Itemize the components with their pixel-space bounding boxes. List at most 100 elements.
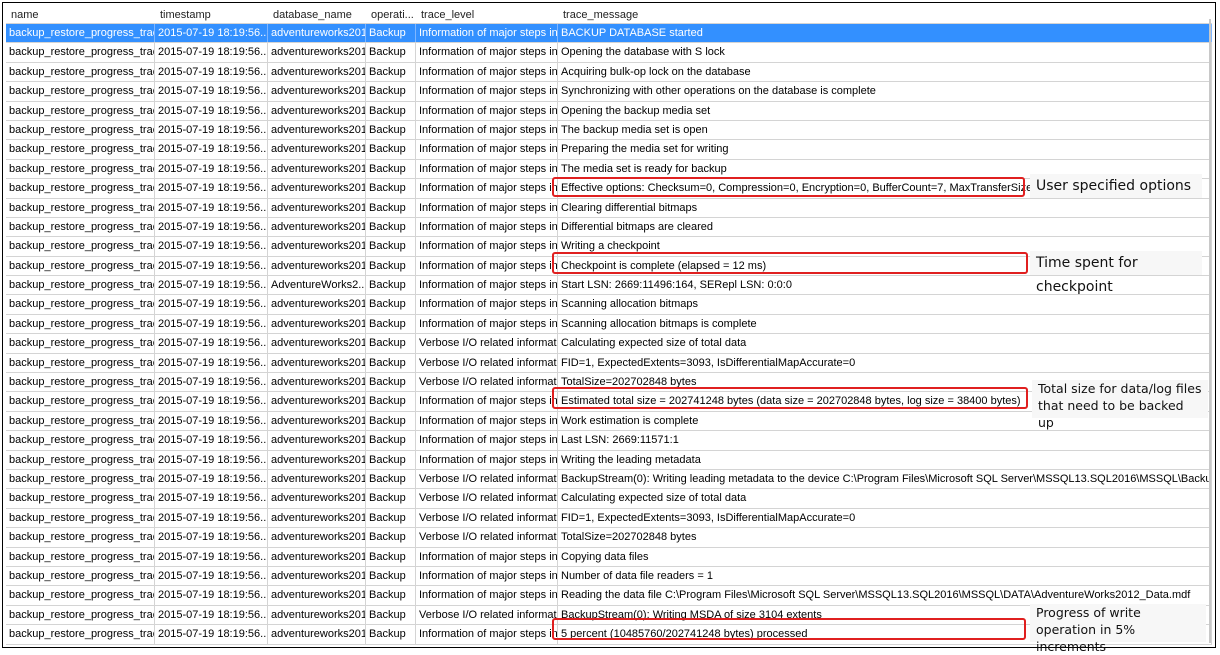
cell-database-name[interactable]: adventureworks2012 [268,101,366,120]
cell-trace-level[interactable]: Verbose I/O related informati... [416,334,558,353]
cell-name[interactable]: backup_restore_progress_trace [6,24,155,43]
cell-database-name[interactable]: AdventureWorks2... [268,276,366,295]
cell-trace-level[interactable]: Information of major steps in ... [416,256,558,276]
cell-timestamp[interactable]: 2015-07-19 18:19:56.... [155,295,268,314]
cell-database-name[interactable]: adventureworks2012 [268,625,366,644]
cell-timestamp[interactable]: 2015-07-19 18:19:56.... [155,159,268,179]
cell-database-name[interactable]: adventureworks2012 [268,179,366,198]
cell-database-name[interactable]: adventureworks2012 [268,334,366,353]
cell-operation[interactable]: Backup [366,334,416,353]
cell-timestamp[interactable]: 2015-07-19 18:19:56.... [155,82,268,101]
cell-timestamp[interactable]: 2015-07-19 18:19:56.... [155,566,268,586]
cell-database-name[interactable]: adventureworks2012 [268,24,366,43]
cell-timestamp[interactable]: 2015-07-19 18:19:56.... [155,101,268,120]
cell-trace-message[interactable]: Opening the database with S lock [558,43,1212,62]
cell-name[interactable]: backup_restore_progress_trace [6,547,155,566]
cell-database-name[interactable]: adventureworks2012 [268,586,366,605]
cell-trace-message[interactable]: The backup media set is open [558,120,1212,140]
cell-timestamp[interactable]: 2015-07-19 18:19:56.... [155,373,268,392]
cell-operation[interactable]: Backup [366,353,416,373]
cell-trace-message[interactable]: Synchronizing with other operations on t… [558,82,1212,101]
table-row[interactable]: backup_restore_progress_trace 2015-07-19 … [6,62,1212,83]
cell-trace-level[interactable]: Information of major steps in ... [416,314,558,334]
cell-database-name[interactable]: adventureworks2012 [268,256,366,276]
cell-operation[interactable]: Backup [366,566,416,586]
cell-database-name[interactable]: adventureworks2012 [268,62,366,82]
cell-trace-level[interactable]: Information of major steps in ... [416,411,558,431]
table-row[interactable]: backup_restore_progress_trace 2015-07-19 … [6,276,1212,296]
table-row[interactable]: backup_restore_progress_trace 2015-07-19 … [6,353,1212,374]
cell-operation[interactable]: Backup [366,295,416,314]
cell-name[interactable]: backup_restore_progress_trace [6,431,155,450]
cell-database-name[interactable]: adventureworks2012 [268,450,366,469]
cell-timestamp[interactable]: 2015-07-19 18:19:56.... [155,586,268,605]
cell-trace-level[interactable]: Information of major steps in ... [416,237,558,256]
cell-trace-message[interactable]: Start LSN: 2669:11496:164, SERepl LSN: 0… [558,276,1212,295]
cell-name[interactable]: backup_restore_progress_trace [6,237,155,256]
cell-name[interactable]: backup_restore_progress_trace [6,586,155,605]
cell-operation[interactable]: Backup [366,373,416,392]
cell-timestamp[interactable]: 2015-07-19 18:19:56.... [155,431,268,450]
column-header-timestamp[interactable]: timestamp [155,6,268,23]
cell-database-name[interactable]: adventureworks2012 [268,314,366,334]
cell-trace-message[interactable]: Reading the data file C:\Program Files\M… [558,586,1212,605]
cell-database-name[interactable]: adventureworks2012 [268,159,366,179]
cell-operation[interactable]: Backup [366,411,416,431]
cell-timestamp[interactable]: 2015-07-19 18:19:56.... [155,198,268,217]
cell-operation[interactable]: Backup [366,469,416,489]
cell-database-name[interactable]: adventureworks2012 [268,431,366,450]
cell-database-name[interactable]: adventureworks2012 [268,373,366,392]
cell-database-name[interactable]: adventureworks2012 [268,82,366,101]
cell-timestamp[interactable]: 2015-07-19 18:19:56.... [155,179,268,198]
cell-timestamp[interactable]: 2015-07-19 18:19:56.... [155,469,268,489]
cell-operation[interactable]: Backup [366,431,416,450]
cell-trace-level[interactable]: Information of major steps in ... [416,62,558,82]
table-row[interactable]: backup_restore_progress_trace 2015-07-19 … [6,295,1212,315]
cell-timestamp[interactable]: 2015-07-19 18:19:56.... [155,314,268,334]
cell-trace-level[interactable]: Information of major steps in ... [416,566,558,586]
table-row[interactable]: backup_restore_progress_trace 2015-07-19 … [6,508,1212,529]
cell-trace-message[interactable]: Acquiring bulk-op lock on the database [558,62,1212,82]
cell-trace-message[interactable]: Scanning allocation bitmaps is complete [558,314,1212,334]
cell-timestamp[interactable]: 2015-07-19 18:19:56.... [155,411,268,431]
cell-database-name[interactable]: adventureworks2012 [268,217,366,237]
table-row[interactable]: backup_restore_progress_trace 2015-07-19 … [6,334,1212,354]
cell-trace-message[interactable]: Calculating expected size of total data [558,489,1212,508]
cell-name[interactable]: backup_restore_progress_trace [6,450,155,469]
cell-trace-level[interactable]: Information of major steps in ... [416,547,558,566]
cell-trace-message[interactable]: FID=1, ExpectedExtents=3093, IsDifferent… [558,353,1212,373]
table-row[interactable]: backup_restore_progress_trace 2015-07-19 … [6,528,1212,548]
cell-timestamp[interactable]: 2015-07-19 18:19:56.... [155,528,268,547]
cell-database-name[interactable]: adventureworks2012 [268,528,366,547]
table-row[interactable]: backup_restore_progress_trace 2015-07-19 … [6,120,1212,141]
cell-trace-level[interactable]: Information of major steps in ... [416,179,558,198]
cell-operation[interactable]: Backup [366,237,416,256]
cell-trace-level[interactable]: Information of major steps in ... [416,101,558,120]
table-row[interactable]: backup_restore_progress_trace 2015-07-19 … [6,101,1212,121]
cell-name[interactable]: backup_restore_progress_trace [6,373,155,392]
cell-name[interactable]: backup_restore_progress_trace [6,508,155,528]
cell-operation[interactable]: Backup [366,24,416,43]
cell-name[interactable]: backup_restore_progress_trace [6,489,155,508]
cell-timestamp[interactable]: 2015-07-19 18:19:56.... [155,237,268,256]
cell-trace-level[interactable]: Information of major steps in ... [416,217,558,237]
cell-trace-message[interactable]: BACKUP DATABASE started [558,24,1212,43]
cell-trace-message[interactable]: Preparing the media set for writing [558,140,1212,159]
cell-timestamp[interactable]: 2015-07-19 18:19:56.... [155,276,268,295]
cell-operation[interactable]: Backup [366,256,416,276]
cell-trace-level[interactable]: Information of major steps in ... [416,625,558,644]
cell-trace-message[interactable]: Calculating expected size of total data [558,334,1212,353]
cell-database-name[interactable]: adventureworks2012 [268,411,366,431]
cell-name[interactable]: backup_restore_progress_trace [6,528,155,547]
cell-operation[interactable]: Backup [366,586,416,605]
column-header-name[interactable]: name [6,6,155,23]
cell-name[interactable]: backup_restore_progress_trace [6,334,155,353]
cell-trace-message[interactable]: Opening the backup media set [558,101,1212,120]
cell-database-name[interactable]: adventureworks2012 [268,547,366,566]
cell-operation[interactable]: Backup [366,508,416,528]
table-row[interactable]: backup_restore_progress_trace 2015-07-19 … [6,314,1212,335]
cell-timestamp[interactable]: 2015-07-19 18:19:56.... [155,62,268,82]
table-row[interactable]: backup_restore_progress_trace 2015-07-19 … [6,566,1212,587]
cell-name[interactable]: backup_restore_progress_trace [6,82,155,101]
cell-timestamp[interactable]: 2015-07-19 18:19:56.... [155,489,268,508]
